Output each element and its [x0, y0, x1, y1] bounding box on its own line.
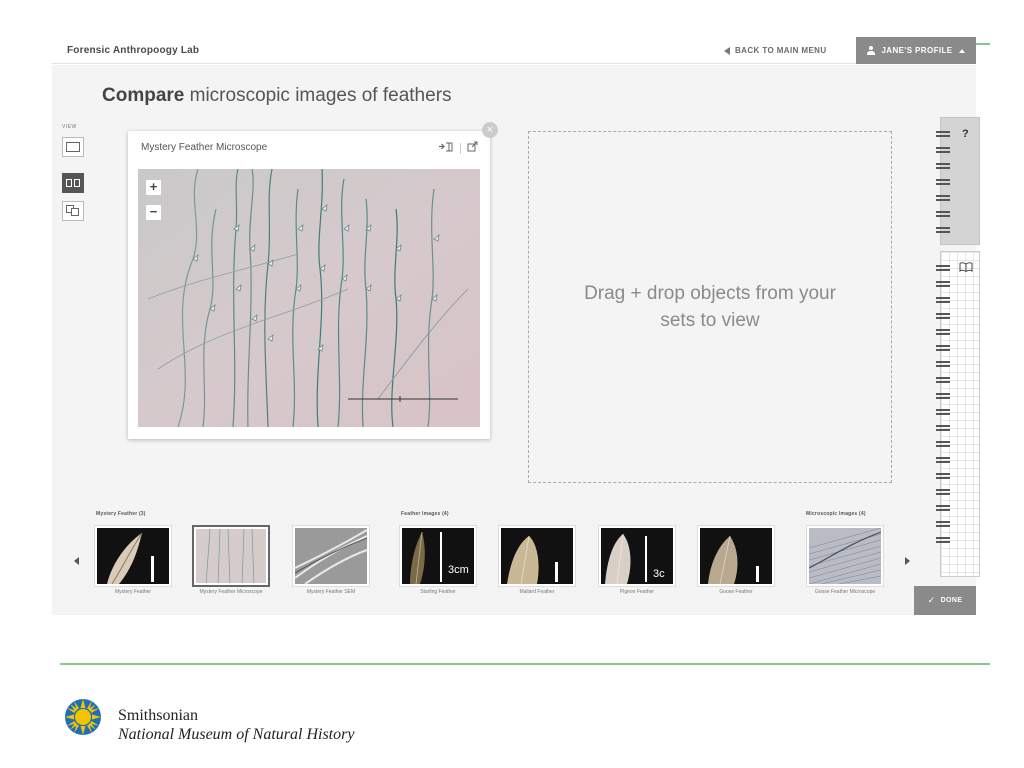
spiral-ring	[936, 457, 950, 463]
single-view-button[interactable]	[62, 137, 84, 157]
caption-starling-feather: Starling Feather	[420, 589, 456, 595]
spiral-ring	[936, 313, 950, 319]
spiral-ring	[936, 195, 950, 201]
accent-line	[976, 43, 990, 45]
drop-zone[interactable]: Drag + drop objects from your sets to vi…	[528, 131, 892, 483]
thumbnail-mystery-feather[interactable]	[94, 525, 172, 587]
set-label-microscopic: Microscopic Images (4)	[806, 511, 866, 517]
strip-prev-arrow[interactable]	[74, 557, 79, 565]
spiral-ring	[936, 425, 950, 431]
set-label-feather-images: Feather Images (4)	[401, 511, 449, 517]
viewer-tools	[438, 141, 478, 155]
tool-separator	[460, 142, 461, 154]
image-viewer-panel: Mystery Feather Microscope + −	[128, 131, 490, 439]
close-viewer-button[interactable]: ×	[482, 122, 498, 138]
starling-scale-label: 3cm	[448, 564, 469, 576]
spiral-ring	[936, 345, 950, 351]
caption-mallard-feather: Mallard Feather	[519, 589, 555, 595]
caption-mystery-feather: Mystery Feather	[114, 589, 152, 595]
spiral-ring	[936, 521, 950, 527]
split-view-button[interactable]	[62, 173, 84, 193]
person-icon	[867, 46, 876, 55]
thumbnail-goose-feather[interactable]	[697, 525, 775, 587]
microscope-image[interactable]: + −	[138, 169, 480, 427]
thumbnail-starling-feather[interactable]: 3cm	[399, 525, 477, 587]
spiral-ring	[936, 265, 950, 271]
spiral-ring	[936, 409, 950, 415]
caption-mystery-feather-sem: Mystery Feather SEM	[306, 589, 356, 595]
checkmark-icon: ✓	[927, 595, 936, 605]
spiral-ring	[936, 537, 950, 543]
footer-divider	[60, 663, 990, 665]
thumbnail-mystery-feather-microscope[interactable]	[192, 525, 270, 587]
back-to-main-menu-button[interactable]: BACK TO MAIN MENU	[724, 46, 827, 55]
spiral-ring	[936, 131, 950, 137]
spiral-ring	[936, 393, 950, 399]
book-icon	[959, 262, 973, 275]
pigeon-scale-label: 3c	[653, 568, 665, 580]
thumbnail-goose-feather-microscope[interactable]	[806, 525, 884, 587]
overlay-view-button[interactable]	[62, 201, 84, 221]
spiral-ring	[936, 297, 950, 303]
zoom-out-button[interactable]: −	[146, 205, 161, 220]
arrow-left-icon	[724, 46, 730, 55]
thumbnail-pigeon-feather[interactable]: 3c	[598, 525, 676, 587]
back-label: BACK TO MAIN MENU	[735, 46, 827, 55]
top-bar: Forensic Anthropoogy Lab BACK TO MAIN ME…	[52, 37, 976, 64]
spiral-ring	[936, 329, 950, 335]
help-icon: ?	[962, 128, 969, 140]
share-icon[interactable]	[467, 141, 478, 155]
caption-goose-feather-microscope: Goose Feather Microscope	[814, 589, 876, 595]
spiral-ring	[936, 377, 950, 383]
done-button[interactable]: ✓ DONE	[914, 586, 976, 615]
drop-zone-text: Drag + drop objects from your sets to vi…	[584, 283, 836, 331]
workspace: Compare microscopic images of feathers V…	[52, 65, 980, 615]
caption-pigeon-feather: Pigeon Feather	[619, 589, 655, 595]
overlay-view-icon	[66, 205, 80, 217]
page-title: Compare microscopic images of feathers	[102, 85, 452, 106]
strip-next-arrow[interactable]	[905, 557, 910, 565]
spiral-ring	[936, 227, 950, 233]
single-view-icon	[66, 142, 80, 152]
profile-button[interactable]: JANE'S PROFILE	[856, 37, 976, 64]
set-label-mystery: Mystery Feather (3)	[96, 511, 146, 517]
smithsonian-sun-logo	[63, 697, 103, 737]
spiral-ring	[936, 473, 950, 479]
view-label: VIEW	[62, 124, 77, 130]
caret-up-icon	[958, 48, 965, 53]
thumbnail-mallard-feather[interactable]	[498, 525, 576, 587]
spiral-ring	[936, 211, 950, 217]
spiral-ring	[936, 489, 950, 495]
spiral-ring	[936, 179, 950, 185]
split-view-icon	[66, 179, 80, 187]
spiral-ring	[936, 163, 950, 169]
app-title: Forensic Anthropoogy Lab	[67, 45, 200, 56]
zoom-in-button[interactable]: +	[146, 180, 161, 195]
caption-goose-feather: Goose Feather	[719, 589, 753, 595]
profile-label: JANE'S PROFILE	[881, 46, 953, 55]
caption-mystery-feather-microscope: Mystery Feather Microscope	[199, 589, 263, 595]
spiral-ring	[936, 361, 950, 367]
spiral-ring	[936, 441, 950, 447]
spiral-ring	[936, 281, 950, 287]
done-label: DONE	[940, 597, 963, 604]
add-to-notebook-icon[interactable]	[438, 141, 454, 155]
org-name: Smithsonian	[118, 707, 199, 724]
org-museum-name: National Museum of Natural History	[118, 726, 355, 743]
spiral-ring	[936, 505, 950, 511]
viewer-title: Mystery Feather Microscope	[141, 142, 268, 153]
thumbnail-mystery-feather-sem[interactable]	[292, 525, 370, 587]
spiral-ring	[936, 147, 950, 153]
